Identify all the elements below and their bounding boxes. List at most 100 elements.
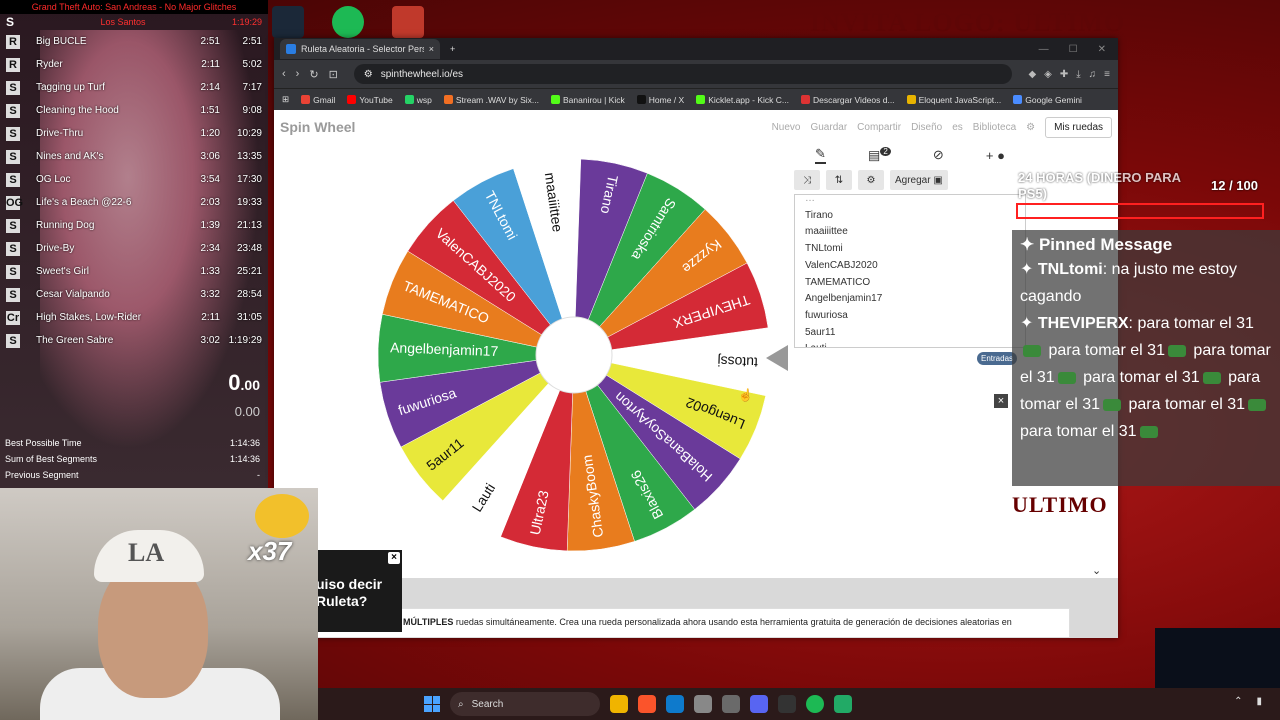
combo-counter: x37 [248, 536, 292, 566]
chevron-up-icon[interactable]: ⌃ [1234, 696, 1242, 707]
nav-design[interactable]: Diseño [911, 122, 942, 133]
brave-icon[interactable] [638, 695, 656, 713]
wheel-center-hub[interactable] [535, 316, 613, 394]
nav-language[interactable]: es [952, 122, 963, 133]
sort-icon[interactable]: ⇅ [826, 170, 852, 190]
site-info-icon[interactable]: ⚙ [364, 69, 373, 80]
spin-wheel[interactable]: tutossj Luengo02 HolaBanaSoyAyrton Blaxis26… [374, 155, 774, 555]
entry-line[interactable]: 5aur11 [805, 325, 1015, 342]
music-icon[interactable]: ♫ [1089, 69, 1097, 80]
file-explorer-icon[interactable] [610, 695, 628, 713]
entry-line[interactable]: ValenCABJ2020 [805, 258, 1015, 275]
bookmark-item[interactable]: Kicklet.app - Kick C... [696, 95, 789, 105]
back-icon[interactable]: ‹ [282, 68, 286, 80]
bookmark-item[interactable]: Bananirou | Kick [551, 95, 625, 105]
chat-overlay: ✦ Pinned Message ✦ TNLtomi: na justo me … [1012, 230, 1280, 486]
entry-line[interactable]: TNLtomi [805, 241, 1015, 258]
app-icon[interactable] [834, 695, 852, 713]
apps-icon[interactable]: ⊞ [282, 94, 289, 105]
bookmark-favicon-icon [347, 95, 357, 104]
download-icon[interactable]: ⤓ [1076, 69, 1080, 80]
split-time: 21:13 [236, 220, 262, 231]
my-wheels-button[interactable]: Mis ruedas [1045, 116, 1112, 138]
la-logo: LA [128, 538, 165, 567]
bookmark-icon[interactable]: ⊡ [329, 68, 338, 81]
shuffle-icon[interactable]: ⤨ [794, 170, 820, 190]
puzzle-icon[interactable]: ✚ [1060, 69, 1068, 80]
wheel-svg[interactable]: tutossjLuengo02HolaBanaSoyAyrtonBlaxis26… [374, 155, 774, 555]
split-icon: S [6, 333, 20, 348]
bookmark-item[interactable]: Stream .WAV by Six... [443, 95, 539, 105]
taskbar-search[interactable]: ⌕ Search [450, 692, 600, 716]
split-name: Drive-By [36, 243, 75, 254]
entry-line[interactable]: fuwuriosa [805, 308, 1015, 325]
split-time: 10:29 [236, 128, 262, 139]
menu-icon[interactable]: ≡ [1104, 69, 1110, 80]
entry-line[interactable]: TAMEMATICO [805, 275, 1015, 292]
new-tab-button[interactable]: + [450, 44, 455, 54]
minimize-icon[interactable]: — [1039, 44, 1049, 55]
maximize-icon[interactable]: ☐ [1069, 44, 1078, 55]
results-icon[interactable]: ▤ 2 [868, 146, 891, 163]
image-settings-icon[interactable]: ⚙ [858, 170, 884, 190]
spotify-icon[interactable] [806, 695, 824, 713]
entry-line[interactable]: Angelbenjamin17 [805, 291, 1015, 308]
bookmark-item[interactable]: YouTube [347, 95, 393, 105]
close-tab-icon[interactable]: × [429, 44, 434, 54]
split-delta: 2:51 [200, 36, 220, 47]
split-time: 7:17 [242, 82, 262, 93]
hide-icon[interactable]: ⊘ [933, 147, 944, 163]
split-name: Cesar Vialpando [36, 289, 110, 300]
extension-icon[interactable]: ◈ [1044, 69, 1052, 80]
bookmark-item[interactable]: Home / X [636, 95, 684, 105]
split-icon: S [6, 149, 20, 164]
entries-textarea[interactable]: … Tirano maaiiittee TNLtomi ValenCABJ2020 TAM… [794, 194, 1026, 348]
split-icon: S [6, 287, 20, 302]
bookmark-item[interactable]: Descargar Videos d... [800, 95, 895, 105]
close-window-icon[interactable]: ✕ [1098, 44, 1106, 55]
forward-icon[interactable]: › [296, 68, 300, 80]
url-field[interactable]: ⚙ spinthewheel.io/es [353, 64, 1013, 84]
app-icon[interactable] [272, 6, 304, 38]
bookmark-item[interactable]: Google Gemini [1013, 95, 1082, 105]
emote-icon [1248, 398, 1267, 411]
app-icon[interactable] [392, 6, 424, 38]
tab-ruleta[interactable]: Ruleta Aleatoria - Selector Perso × [280, 39, 440, 59]
nav-library[interactable]: Biblioteca [973, 122, 1016, 133]
subsplit-label: Los Santos [100, 17, 146, 27]
split-time: 19:33 [236, 197, 262, 208]
bookmark-item[interactable]: wsp [404, 95, 432, 105]
settings-icon[interactable] [722, 695, 740, 713]
entry-line[interactable]: Lauti [805, 341, 1015, 347]
extension-icon[interactable]: ◆ [1028, 69, 1036, 80]
discord-icon[interactable] [750, 695, 768, 713]
reload-icon[interactable]: ↻ [309, 68, 318, 81]
nav-save[interactable]: Guardar [810, 122, 847, 133]
split-delta: 1:20 [200, 128, 220, 139]
windows-start-icon[interactable] [424, 696, 440, 712]
settings-icon[interactable]: ⚙ [1026, 122, 1035, 133]
site-logo[interactable]: Spin Wheel [280, 119, 355, 135]
split-delta: 1:51 [200, 105, 220, 116]
entry-line[interactable]: Tirano [805, 208, 1015, 225]
bookmark-item[interactable]: Eloquent JavaScript... [906, 95, 1001, 105]
close-ad-icon[interactable]: × [388, 552, 400, 564]
split-name: The Green Sabre [36, 335, 114, 346]
obs-icon[interactable] [778, 695, 796, 713]
chevron-down-icon[interactable]: ⌄ [1092, 564, 1101, 577]
nav-new[interactable]: Nuevo [772, 122, 801, 133]
spotify-icon[interactable] [332, 6, 364, 38]
nav-share[interactable]: Compartir [857, 122, 901, 133]
edit-pencil-icon[interactable]: ✎ [815, 146, 826, 164]
add-color-icon[interactable]: + ● [986, 148, 1005, 163]
vscode-icon[interactable] [666, 695, 684, 713]
wheel-pointer [766, 345, 788, 371]
bookmark-item[interactable]: Gmail [301, 95, 335, 105]
network-icon[interactable]: ▮ [1256, 696, 1262, 707]
split-icon: S [6, 264, 20, 279]
subsplit-header: S Los Santos 1:19:29 [0, 14, 268, 30]
entry-line[interactable]: maaiiittee [805, 224, 1015, 241]
close-icon[interactable]: × [994, 394, 1008, 408]
app-icon[interactable] [694, 695, 712, 713]
add-entry-button[interactable]: Agregar ▣ [890, 170, 948, 190]
